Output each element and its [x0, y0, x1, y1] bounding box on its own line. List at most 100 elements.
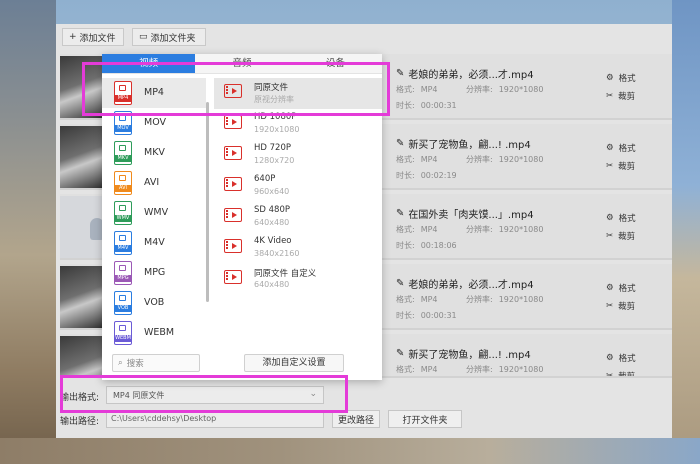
format-button[interactable]: ⚙ 格式	[606, 142, 636, 154]
scissors-icon: ✂	[606, 301, 614, 311]
resolution-item[interactable]: 640P 960x640	[214, 171, 382, 202]
format-button[interactable]: ⚙ 格式	[606, 282, 636, 294]
scissors-icon: ✂	[606, 91, 614, 101]
format-item-webm[interactable]: WEBM WEBM	[102, 318, 206, 348]
highlight-box-output-format	[60, 375, 348, 413]
format-item-avi[interactable]: AVI AVI	[102, 168, 206, 198]
video-thumbnail[interactable]	[60, 196, 104, 258]
resolution-list: 同原文件 原视分辨率 HD 1080P 1920x1080 HD 720P 12…	[214, 76, 382, 380]
video-title: ✎ 新买了宠物鱼，翩...! .mp4	[396, 346, 531, 361]
video-title: ✎ 老娘的弟弟，必须...才.mp4	[396, 276, 534, 291]
video-duration-meta: 时长: 00:00:31	[396, 311, 457, 320]
search-icon: ⌕	[118, 358, 123, 368]
video-file-icon	[224, 208, 242, 222]
resolution-item[interactable]: 4K Video 3840x2160	[214, 233, 382, 264]
format-button[interactable]: ⚙ 格式	[606, 352, 636, 364]
add-file-button[interactable]: + 添加文件	[62, 28, 124, 46]
video-title: ✎ 老娘的弟弟，必须...才.mp4	[396, 66, 534, 81]
video-title-text: 在国外卖「肉夹馍...」.mp4	[408, 210, 534, 221]
scissors-icon: ✂	[606, 161, 614, 171]
resolution-item[interactable]: SD 480P 640x480	[214, 202, 382, 233]
edit-pencil-icon[interactable]: ✎	[396, 138, 404, 149]
row-actions: ⚙ 格式 ✂ 裁剪	[606, 124, 666, 190]
format-item-vob[interactable]: VOB VOB	[102, 288, 206, 318]
video-duration-meta: 时长: 00:02:19	[396, 171, 457, 180]
add-file-label: 添加文件	[79, 33, 116, 44]
format-list-scrollbar[interactable]	[206, 102, 209, 302]
format-search-input[interactable]: ⌕ 搜索	[112, 354, 200, 372]
video-info: ✎ 老娘的弟弟，必须...才.mp4 格式: MP4 分辨率: 1920*1080 …	[396, 54, 596, 120]
open-folder-button[interactable]: 打开文件夹	[388, 410, 462, 428]
video-format-meta: 格式: MP4	[396, 295, 438, 304]
video-format-meta: 格式: MP4	[396, 365, 438, 374]
resolution-item[interactable]: 同原文件 自定义 640x480	[214, 264, 382, 295]
video-title-text: 新买了宠物鱼，翩...! .mp4	[408, 350, 531, 361]
resolution-item[interactable]: HD 720P 1280x720	[214, 140, 382, 171]
row-actions: ⚙ 格式 ✂ 裁剪	[606, 194, 666, 260]
video-format-meta: 格式: MP4	[396, 225, 438, 234]
format-list: MP4 MP4 MOV MOV MKV MKV AVI AVI WMV WMV …	[102, 76, 210, 380]
video-title-text: 老娘的弟弟，必须...才.mp4	[408, 280, 534, 291]
trim-button[interactable]: ✂ 裁剪	[606, 160, 635, 172]
trim-button[interactable]: ✂ 裁剪	[606, 90, 635, 102]
add-folder-button[interactable]: ▭ 添加文件夹	[132, 28, 206, 46]
scissors-icon: ✂	[606, 371, 614, 378]
trim-button[interactable]: ✂ 裁剪	[606, 300, 635, 312]
plus-icon: +	[69, 32, 77, 42]
video-thumbnail[interactable]	[60, 336, 104, 376]
video-resolution-meta: 分辨率: 1920*1080	[466, 295, 544, 304]
row-actions: ⚙ 格式 ✂ 裁剪	[606, 264, 666, 330]
video-file-icon	[224, 177, 242, 191]
video-duration-meta: 时长: 00:18:06	[396, 241, 457, 250]
video-file-icon	[224, 146, 242, 160]
format-item-m4v[interactable]: M4V M4V	[102, 228, 206, 258]
video-info: ✎ 在国外卖「肉夹馍...」.mp4 格式: MP4 分辨率: 1920*1080 …	[396, 194, 596, 260]
add-custom-setting-button[interactable]: 添加自定义设置	[244, 354, 344, 372]
video-title-text: 新买了宠物鱼，翩...! .mp4	[408, 140, 531, 151]
highlight-box-format-row	[82, 62, 390, 116]
folder-icon: ▭	[139, 32, 148, 42]
video-duration-meta: 时长: 00:00:31	[396, 101, 457, 110]
gear-icon: ⚙	[606, 143, 614, 153]
video-format-meta: 格式: MP4	[396, 155, 438, 164]
gear-icon: ⚙	[606, 283, 614, 293]
edit-pencil-icon[interactable]: ✎	[396, 68, 404, 79]
video-resolution-meta: 分辨率: 1920*1080	[466, 365, 544, 374]
video-resolution-meta: 分辨率: 1920*1080	[466, 85, 544, 94]
vob-file-icon: VOB	[114, 291, 132, 315]
format-button[interactable]: ⚙ 格式	[606, 212, 636, 224]
video-resolution-meta: 分辨率: 1920*1080	[466, 225, 544, 234]
edit-pencil-icon[interactable]: ✎	[396, 348, 404, 359]
video-title: ✎ 在国外卖「肉夹馍...」.mp4	[396, 206, 534, 221]
format-button[interactable]: ⚙ 格式	[606, 72, 636, 84]
format-item-wmv[interactable]: WMV WMV	[102, 198, 206, 228]
scissors-icon: ✂	[606, 231, 614, 241]
video-thumbnail[interactable]	[60, 266, 104, 328]
row-actions: ⚙ 格式 ✂ 裁剪	[606, 334, 666, 378]
mkv-file-icon: MKV	[114, 141, 132, 165]
m4v-file-icon: M4V	[114, 231, 132, 255]
video-resolution-meta: 分辨率: 1920*1080	[466, 155, 544, 164]
trim-button[interactable]: ✂ 裁剪	[606, 370, 635, 378]
video-info: ✎ 老娘的弟弟，必须...才.mp4 格式: MP4 分辨率: 1920*1080 …	[396, 264, 596, 330]
format-item-mpg[interactable]: MPG MPG	[102, 258, 206, 288]
add-folder-label: 添加文件夹	[150, 33, 196, 44]
gear-icon: ⚙	[606, 353, 614, 363]
video-thumbnail[interactable]	[60, 126, 104, 188]
avi-file-icon: AVI	[114, 171, 132, 195]
search-placeholder: 搜索	[126, 359, 144, 369]
video-info: ✎ 新买了宠物鱼，翩...! .mp4 格式: MP4 分辨率: 1920*1080…	[396, 124, 596, 190]
mpg-file-icon: MPG	[114, 261, 132, 285]
webm-file-icon: WEBM	[114, 321, 132, 345]
video-file-icon	[224, 270, 242, 284]
edit-pencil-icon[interactable]: ✎	[396, 208, 404, 219]
trim-button[interactable]: ✂ 裁剪	[606, 230, 635, 242]
video-title: ✎ 新买了宠物鱼，翩...! .mp4	[396, 136, 531, 151]
video-title-text: 老娘的弟弟，必须...才.mp4	[408, 70, 534, 81]
edit-pencil-icon[interactable]: ✎	[396, 278, 404, 289]
format-item-mkv[interactable]: MKV MKV	[102, 138, 206, 168]
video-file-icon	[224, 115, 242, 129]
wmv-file-icon: WMV	[114, 201, 132, 225]
video-format-meta: 格式: MP4	[396, 85, 438, 94]
video-info: ✎ 新买了宠物鱼，翩...! .mp4 格式: MP4 分辨率: 1920*1080	[396, 334, 596, 376]
